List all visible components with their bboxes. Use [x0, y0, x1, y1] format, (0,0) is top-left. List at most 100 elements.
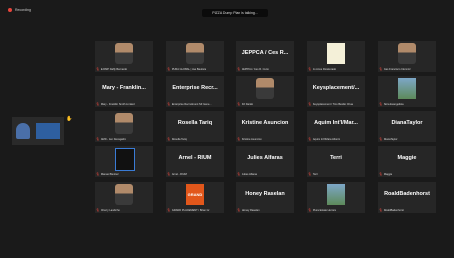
- mic-muted-icon: 🎙: [96, 172, 100, 176]
- participant-tile[interactable]: 🎙 AMD - Jen Decagabro: [95, 111, 153, 142]
- participant-label: 🎙 Aquim Int'l/Mara Alberto: [308, 137, 340, 141]
- participant-label: 🎙 Kristine Asuncion: [237, 137, 262, 141]
- participant-label-text: Rosella Tariq: [171, 137, 187, 141]
- participant-label-text: PURA GLOBAL | Jae Bautista: [171, 67, 207, 71]
- participant-label-text: RoaldBadenhorst: [383, 208, 404, 212]
- mic-muted-icon: 🎙: [308, 137, 312, 141]
- participant-tile[interactable]: Julies Alfaras 🎙 Julies Alfaras: [236, 146, 294, 177]
- mic-muted-icon: 🎙: [96, 102, 100, 106]
- recording-indicator[interactable]: Recording: [8, 8, 31, 12]
- participant-name: Honey Raselan: [245, 191, 285, 197]
- participant-tile[interactable]: Kristine Asuncion 🎙 Kristine Asuncion: [236, 111, 294, 142]
- participant-tile[interactable]: 🎙 Cherry Landicho: [95, 182, 153, 213]
- participant-tile[interactable]: DianaTaylor 🎙 DianaTaylor: [378, 111, 436, 142]
- participant-label: 🎙 Mary - Franklin Smith Limited: [96, 102, 135, 106]
- participant-photo: [256, 78, 274, 99]
- participant-label: 🎙 JEPPCA / Ces R. Curio: [237, 67, 269, 71]
- record-dot-icon: [8, 8, 12, 12]
- active-speaker-banner: PIZZA Dump Plan is talking...: [202, 9, 268, 17]
- participant-label-text: AMD - Jen Decagabro: [100, 137, 127, 141]
- participant-tile[interactable]: 🎙 Piura Estate Herrera: [307, 182, 365, 213]
- participant-tile[interactable]: Enterprise Recr... 🎙 Enterprise Recruitmen…: [166, 76, 224, 107]
- participant-name: Terri: [330, 155, 342, 161]
- participant-label: 🎙 DianaTaylor: [379, 137, 398, 141]
- mic-muted-icon: 🎙: [379, 137, 383, 141]
- participant-label-text: Piura Estate Herrera: [312, 208, 337, 212]
- mic-muted-icon: 🎙: [237, 172, 241, 176]
- participant-label: 🎙 E.DMP Daffy Bernardo: [96, 67, 127, 71]
- participant-name: Mary - Franklin...: [102, 85, 146, 91]
- company-logo: GRAND: [186, 184, 204, 205]
- mic-muted-icon: 🎙: [379, 172, 383, 176]
- participant-tile[interactable]: Honey Raselan 🎙 Honey Raselan: [236, 182, 294, 213]
- participant-tile[interactable]: 🎙 Manuel Benitez: [95, 146, 153, 177]
- participant-label-text: Maggie: [383, 172, 393, 176]
- participant-name: DianaTaylor: [391, 120, 423, 126]
- participant-label: 🎙 PURA GLOBAL | Jae Bautista: [167, 67, 206, 71]
- participant-tile[interactable]: 🎙 Nora Evangelista: [378, 76, 436, 107]
- participant-label-text: DianaTaylor: [383, 137, 398, 141]
- mic-muted-icon: 🎙: [308, 67, 312, 71]
- shared-video-thumbnail[interactable]: [12, 117, 64, 145]
- participant-tile[interactable]: Maggie 🎙 Maggie: [378, 146, 436, 177]
- meeting-top-bar: Recording PIZZA Dump Plan is talking...: [0, 0, 454, 22]
- mic-muted-icon: 🎙: [379, 67, 383, 71]
- participant-label-text: Honey Raselan: [241, 208, 260, 212]
- participant-name: RoaldBadenhorst: [384, 191, 430, 197]
- participant-tile[interactable]: Terri 🎙 Terri: [307, 146, 365, 177]
- participant-tile[interactable]: Rosella Tariq 🎙 Rosella Tariq: [166, 111, 224, 142]
- mic-muted-icon: 🎙: [167, 172, 171, 176]
- participant-label-text: Manuel Benitez: [100, 172, 119, 176]
- mic-muted-icon: 🎙: [167, 137, 171, 141]
- participant-tile[interactable]: Keysplacement/... 🎙 Keysplacement / Tino B…: [307, 76, 365, 107]
- participant-tile[interactable]: 🎙 Cas Francisco Clemntz: [378, 41, 436, 72]
- participant-tile[interactable]: RoaldBadenhorst 🎙 RoaldBadenhorst: [378, 182, 436, 213]
- mic-muted-icon: 🎙: [237, 137, 241, 141]
- mic-muted-icon: 🎙: [167, 102, 171, 106]
- company-logo: [327, 43, 345, 64]
- participant-label: 🎙 Cherry Landicho: [96, 208, 120, 212]
- participant-label-text: Enterprise Recruitment SZ Gene...: [171, 102, 212, 106]
- participant-photo: [16, 123, 30, 139]
- company-logo: [115, 148, 135, 171]
- participant-label: 🎙 Enterprise Recruitment SZ Gene...: [167, 102, 212, 106]
- participant-label: 🎙 Julies Alfaras: [237, 172, 257, 176]
- participant-photo: [115, 43, 133, 64]
- mic-muted-icon: 🎙: [167, 208, 171, 212]
- mic-muted-icon: 🎙: [96, 67, 100, 71]
- participant-label-text: Arnel - RIUM: [171, 172, 187, 176]
- mic-muted-icon: 🎙: [96, 208, 100, 212]
- participant-photo: [327, 184, 345, 205]
- participant-tile[interactable]: JEPPCA / Ces R... 🎙 JEPPCA / Ces R. Curio: [236, 41, 294, 72]
- participant-label-text: Jo Anne Dioskorado: [312, 67, 337, 71]
- participant-label-text: Cas Francisco Clemntz: [383, 67, 411, 71]
- participant-tile[interactable]: 🎙 DJ Danilo: [236, 76, 294, 107]
- participant-tile[interactable]: Aquim Int'l/Mar... 🎙 Aquim Int'l/Mara Albe…: [307, 111, 365, 142]
- participant-label: 🎙 RoaldBadenhorst: [379, 208, 404, 212]
- mic-muted-icon: 🎙: [237, 208, 241, 212]
- participant-name: Aquim Int'l/Mar...: [314, 120, 358, 126]
- participant-label: 🎙 Jo Anne Dioskorado: [308, 67, 336, 71]
- participant-label-text: JEPPCA / Ces R. Curio: [241, 67, 269, 71]
- participant-name: Arnel - RIUM: [178, 155, 212, 161]
- participant-label-text: DJ Danilo: [241, 102, 254, 106]
- participant-label-text: Keysplacement / Tino Besilio Chua: [312, 102, 353, 106]
- participant-label: 🎙 Arnel - RIUM: [167, 172, 187, 176]
- participant-photo: [398, 78, 416, 99]
- participant-tile[interactable]: 🎙 E.DMP Daffy Bernardo: [95, 41, 153, 72]
- participant-name: Kristine Asuncion: [241, 120, 289, 126]
- participant-tile[interactable]: GRAND 🎙 GRAND PLACEMENT / Brian Gr: [166, 182, 224, 213]
- participant-tile[interactable]: 🎙 Jo Anne Dioskorado: [307, 41, 365, 72]
- participant-name: Rosella Tariq: [177, 120, 213, 126]
- mic-muted-icon: 🎙: [96, 137, 100, 141]
- mic-muted-icon: 🎙: [379, 102, 383, 106]
- recording-label: Recording: [15, 8, 31, 12]
- mic-muted-icon: 🎙: [308, 172, 312, 176]
- participant-tile[interactable]: Arnel - RIUM 🎙 Arnel - RIUM: [166, 146, 224, 177]
- participant-tile[interactable]: 🎙 PURA GLOBAL | Jae Bautista: [166, 41, 224, 72]
- participant-label: 🎙 Nora Evangelista: [379, 102, 404, 106]
- participant-label: 🎙 GRAND PLACEMENT / Brian Gr: [167, 208, 210, 212]
- participant-label: 🎙 Terri: [308, 172, 318, 176]
- participant-tile[interactable]: Mary - Franklin... 🎙 Mary - Franklin Smith…: [95, 76, 153, 107]
- mic-muted-icon: 🎙: [237, 67, 241, 71]
